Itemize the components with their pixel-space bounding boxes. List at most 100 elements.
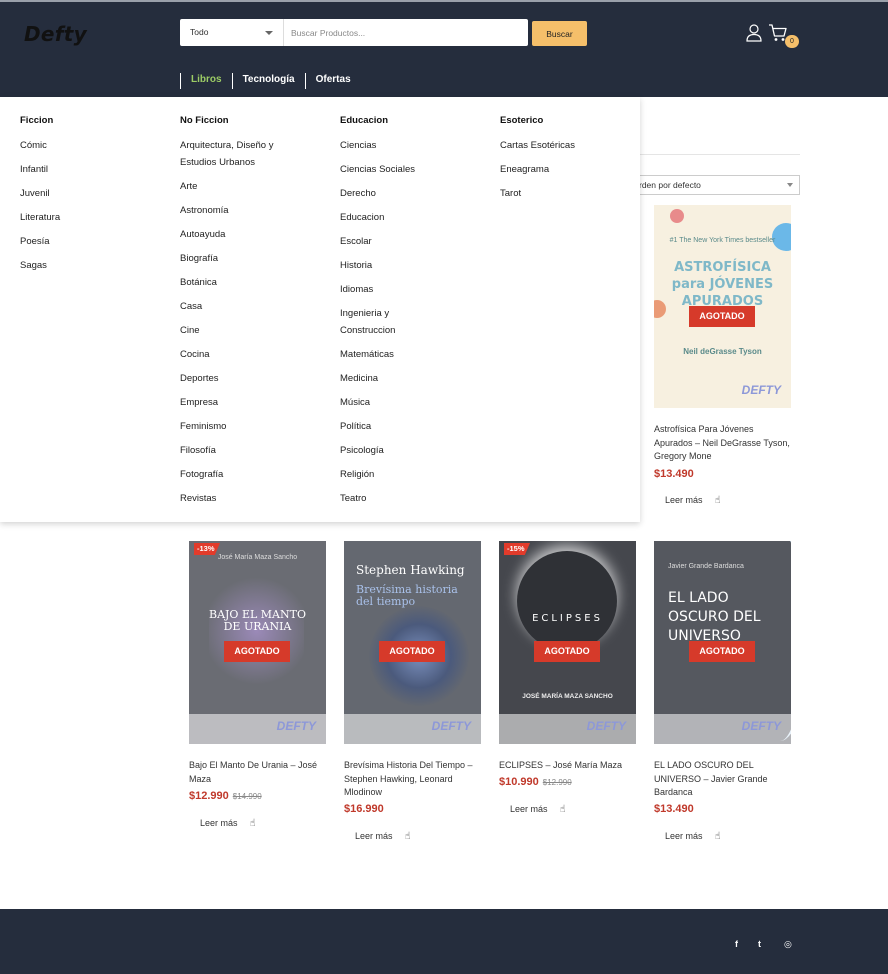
cover-decoration xyxy=(670,209,684,223)
menu-item[interactable]: Infantil xyxy=(20,161,170,178)
menu-item[interactable]: Autoayuda xyxy=(180,226,300,243)
hand-pointer-icon: ☝ xyxy=(714,831,721,842)
menu-item[interactable]: Educacion xyxy=(340,209,440,226)
menu-item[interactable]: Fotografía xyxy=(180,466,300,483)
product-cover-image[interactable]: #1 The New York Times bestseller ASTROFÍ… xyxy=(654,205,791,408)
search-input[interactable] xyxy=(285,19,527,46)
twitter-icon[interactable]: t xyxy=(758,939,761,949)
menu-heading[interactable]: No Ficcion xyxy=(180,115,300,127)
product-price: $10.990 $12.990 xyxy=(499,776,572,788)
sort-select[interactable]: rden por defecto xyxy=(632,175,800,195)
menu-item[interactable]: Sagas xyxy=(20,257,170,274)
menu-item[interactable]: Idiomas xyxy=(340,281,440,298)
sold-out-badge: AGOTADO xyxy=(379,641,445,662)
menu-item[interactable]: Literatura xyxy=(20,209,170,226)
current-price: $13.490 xyxy=(654,803,694,815)
menu-item[interactable]: Ingenieria y Construccion xyxy=(340,305,440,339)
menu-item[interactable]: Tarot xyxy=(500,185,620,202)
read-more-button[interactable]: Leer más ☝ xyxy=(510,804,566,815)
menu-item[interactable]: Política xyxy=(340,418,440,435)
instagram-icon[interactable]: ◎ xyxy=(784,939,792,950)
read-more-label: Leer más xyxy=(510,804,548,814)
read-more-button[interactable]: Leer más ☝ xyxy=(200,818,256,829)
menu-item[interactable]: Religión xyxy=(340,466,440,483)
menu-item[interactable]: Ciencias xyxy=(340,137,440,154)
menu-item[interactable]: Escolar xyxy=(340,233,440,250)
current-price: $10.990 xyxy=(499,776,539,788)
menu-item[interactable]: Poesía xyxy=(20,233,170,250)
hand-pointer-icon: ☝ xyxy=(714,495,721,506)
cover-title: ASTROFÍSICA para JÓVENES APURADOS xyxy=(671,260,774,309)
read-more-label: Leer más xyxy=(200,818,238,828)
cover-author: Javier Grande Bardanca xyxy=(668,563,744,570)
product-cover-image[interactable]: Stephen Hawking Brevísima historia del t… xyxy=(344,541,481,744)
sold-out-badge: AGOTADO xyxy=(224,641,290,662)
cover-author: Stephen Hawking xyxy=(356,563,465,577)
search-category-select[interactable]: Todo xyxy=(180,19,284,46)
menu-item[interactable]: Juvenil xyxy=(20,185,170,202)
cover-title: Brevísima historia del tiempo xyxy=(356,583,458,608)
menu-item[interactable]: Arquitectura, Diseño y Estudios Urbanos xyxy=(180,137,300,171)
site-header: Defty Todo Buscar 0 Libros Tecnología Of… xyxy=(0,2,888,97)
menu-item[interactable]: Arte xyxy=(180,178,300,195)
menu-item[interactable]: Cómic xyxy=(20,137,170,154)
main-nav: Libros Tecnología Ofertas xyxy=(180,73,361,89)
menu-item[interactable]: Revistas xyxy=(180,490,300,507)
read-more-button[interactable]: Leer más ☝ xyxy=(665,495,721,506)
product-title[interactable]: Brevísima Historia Del Tiempo – Stephen … xyxy=(344,759,482,800)
chevron-down-icon xyxy=(265,31,273,35)
menu-item[interactable]: Filosofía xyxy=(180,442,300,459)
product-title[interactable]: Bajo El Manto De Urania – José Maza xyxy=(189,759,327,786)
cart-count-badge: 0 xyxy=(785,35,799,48)
menu-item[interactable]: Cine xyxy=(180,322,300,339)
menu-item[interactable]: Cocina xyxy=(180,346,300,363)
product-title[interactable]: ECLIPSES – José María Maza xyxy=(499,759,637,773)
menu-item[interactable]: Matemáticas xyxy=(340,346,440,363)
nav-item-ofertas[interactable]: Ofertas xyxy=(304,73,359,89)
menu-item[interactable]: Teatro xyxy=(340,490,440,507)
menu-item[interactable]: Deportes xyxy=(180,370,300,387)
nav-item-libros[interactable]: Libros xyxy=(180,73,230,89)
cover-decoration xyxy=(517,551,617,651)
product-cover-image[interactable]: ECLIPSES JOSÉ MARÍA MAZA SANCHO DEFTY -1… xyxy=(499,541,636,744)
nav-item-tecnologia[interactable]: Tecnología xyxy=(231,73,303,89)
sold-out-badge: AGOTADO xyxy=(689,641,755,662)
menu-item[interactable]: Cartas Esotéricas xyxy=(500,137,620,154)
menu-item[interactable]: Eneagrama xyxy=(500,161,620,178)
product-price: $12.990 $14.990 xyxy=(189,790,262,802)
search-button[interactable]: Buscar xyxy=(532,21,587,46)
product-price: $13.490 xyxy=(654,803,694,815)
menu-item[interactable]: Música xyxy=(340,394,440,411)
cover-brand-watermark: DEFTY xyxy=(431,719,471,733)
read-more-button[interactable]: Leer más ☝ xyxy=(355,831,411,842)
menu-item[interactable]: Empresa xyxy=(180,394,300,411)
product-title[interactable]: EL LADO OSCURO DEL UNIVERSO – Javier Gra… xyxy=(654,759,792,800)
menu-column-esoterico: Esoterico Cartas Esotéricas Eneagrama Ta… xyxy=(500,115,620,209)
old-price: $14.990 xyxy=(232,792,262,801)
read-more-button[interactable]: Leer más ☝ xyxy=(665,831,721,842)
site-logo[interactable]: Defty xyxy=(24,22,87,46)
menu-item[interactable]: Psicología xyxy=(340,442,440,459)
cover-brand-watermark: DEFTY xyxy=(276,719,316,733)
menu-item[interactable]: Biografía xyxy=(180,250,300,267)
menu-item[interactable]: Derecho xyxy=(340,185,440,202)
menu-item[interactable]: Botánica xyxy=(180,274,300,291)
product-cover-image[interactable]: Javier Grande Bardanca EL LADO OSCURO DE… xyxy=(654,541,791,744)
menu-item[interactable]: Astronomía xyxy=(180,202,300,219)
user-icon[interactable] xyxy=(746,24,762,42)
menu-heading[interactable]: Ficcion xyxy=(20,115,170,127)
sort-select-value: rden por defecto xyxy=(639,180,701,190)
menu-item[interactable]: Ciencias Sociales xyxy=(340,161,440,178)
cover-title: ECLIPSES xyxy=(532,613,603,624)
menu-item[interactable]: Medicina xyxy=(340,370,440,387)
facebook-icon[interactable]: f xyxy=(735,939,738,949)
menu-item[interactable]: Historia xyxy=(340,257,440,274)
product-title[interactable]: Astrofísica Para Jóvenes Apurados – Neil… xyxy=(654,423,792,464)
menu-item[interactable]: Feminismo xyxy=(180,418,300,435)
menu-item[interactable]: Casa xyxy=(180,298,300,315)
product-cover-image[interactable]: José María Maza Sancho BAJO EL MANTO DE … xyxy=(189,541,326,744)
menu-heading[interactable]: Esoterico xyxy=(500,115,620,127)
search-category-value: Todo xyxy=(190,27,209,37)
hand-pointer-icon: ☝ xyxy=(249,818,256,829)
menu-heading[interactable]: Educacion xyxy=(340,115,440,127)
